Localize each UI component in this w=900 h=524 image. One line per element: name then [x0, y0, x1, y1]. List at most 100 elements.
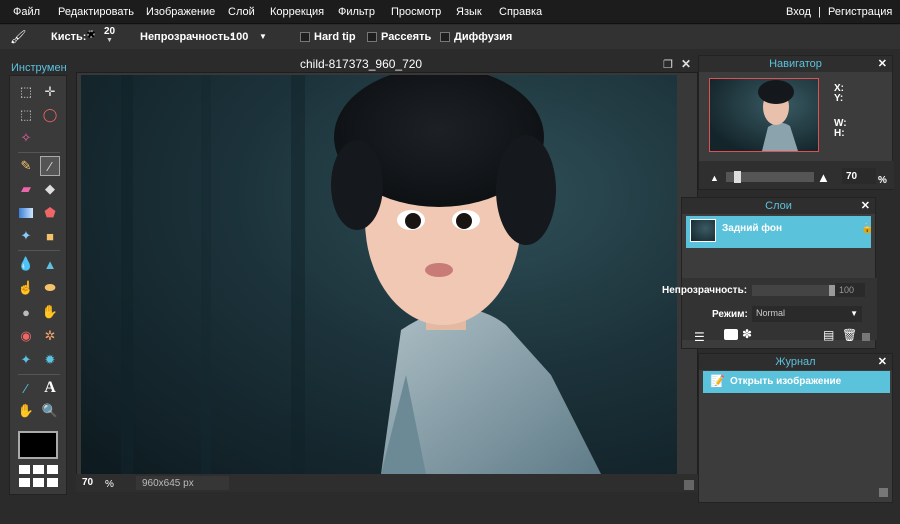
hardtip-checkbox[interactable]: [300, 32, 310, 42]
menu-file[interactable]: Файл: [13, 6, 40, 18]
navigator-slider-thumb[interactable]: [734, 171, 741, 183]
hardtip-label: Hard tip: [314, 31, 356, 43]
auth-separator: |: [818, 6, 821, 18]
close-layers-icon[interactable]: ✕: [861, 199, 870, 212]
lock-icon[interactable]: 🔒: [861, 223, 873, 234]
navigator-zoom-slider[interactable]: [726, 171, 814, 183]
layer-thumbnail: [690, 219, 716, 242]
navigator-thumbnail[interactable]: [709, 78, 819, 152]
opacity-value[interactable]: 100: [230, 31, 248, 43]
opacity-dropdown-icon[interactable]: ▼: [259, 32, 267, 41]
fill-icon[interactable]: ◆: [40, 179, 60, 199]
menu-edit[interactable]: Редактировать: [58, 6, 134, 18]
layers-title-text: Слои: [765, 200, 792, 212]
login-link[interactable]: Вход: [786, 6, 811, 18]
tools-panel-title: Инструменты: [11, 62, 66, 74]
lasso-icon[interactable]: ◯: [40, 105, 60, 125]
spot-heal-icon[interactable]: ✲: [40, 326, 60, 346]
menu-image[interactable]: Изображение: [146, 6, 215, 18]
layer-opacity-label: Непрозрачность:: [662, 285, 748, 296]
stamp-icon[interactable]: ⬟: [40, 203, 60, 223]
menu-view[interactable]: Просмотр: [391, 6, 441, 18]
menu-language[interactable]: Язык: [456, 6, 482, 18]
layout-switcher-icon[interactable]: [19, 465, 59, 489]
sharpen-icon[interactable]: ▲: [40, 254, 60, 274]
divider: [18, 374, 60, 375]
sponge-icon[interactable]: ⬬: [40, 278, 60, 298]
menu-help[interactable]: Справка: [499, 6, 542, 18]
history-document-icon: 📝: [710, 374, 725, 388]
layer-opacity-value[interactable]: 100: [839, 285, 854, 295]
gradient-icon[interactable]: [16, 203, 36, 223]
eyedropper-icon[interactable]: ∕: [16, 378, 36, 398]
close-document-icon[interactable]: ✕: [681, 57, 691, 71]
zoom-out-icon[interactable]: ▲: [710, 173, 719, 183]
new-layer-icon[interactable]: ▤: [823, 328, 834, 342]
layers-title: Слои ✕: [682, 198, 875, 214]
foreground-color-swatch[interactable]: [18, 431, 58, 459]
brush-tool-icon: 🖌: [10, 29, 27, 44]
blur-icon[interactable]: 💧: [16, 254, 36, 274]
chevron-down-icon[interactable]: ▼: [850, 309, 858, 318]
new-layer-fx-icon[interactable]: ✽: [742, 327, 752, 341]
marquee-icon[interactable]: ⬚: [16, 105, 36, 125]
canvas-image[interactable]: [81, 75, 677, 474]
move-icon[interactable]: ✛: [40, 82, 60, 102]
document-statusbar: 70 % 960x645 px: [76, 474, 698, 492]
shapes-icon[interactable]: ■: [40, 226, 60, 246]
photo-child: [121, 75, 601, 474]
chevron-down-icon[interactable]: ▼: [106, 37, 113, 44]
burn-icon[interactable]: ✋: [40, 302, 60, 322]
close-history-icon[interactable]: ✕: [878, 355, 887, 368]
layer-mask-icon[interactable]: [724, 329, 738, 340]
diffusion-checkbox[interactable]: [440, 32, 450, 42]
menu-filter[interactable]: Фильтр: [338, 6, 375, 18]
menu-bar: Файл Редактировать Изображение Слой Корр…: [0, 0, 900, 24]
bloat-icon[interactable]: ✦: [16, 350, 36, 370]
register-link[interactable]: Регистрация: [828, 6, 892, 18]
magic-wand-icon[interactable]: ✧: [16, 128, 36, 148]
resize-handle-icon[interactable]: [862, 333, 870, 341]
brush-preview-icon[interactable]: [87, 30, 95, 38]
layer-styles-icon[interactable]: ☰: [694, 330, 705, 344]
resize-handle-icon[interactable]: [684, 480, 694, 490]
smudge-icon[interactable]: ☝: [16, 278, 36, 298]
pinch-icon[interactable]: ✹: [40, 350, 60, 370]
history-item[interactable]: 📝 Открыть изображение: [703, 371, 890, 393]
hand-icon[interactable]: ✋: [16, 401, 36, 421]
close-navigator-icon[interactable]: ✕: [878, 57, 887, 70]
brush-size[interactable]: 20: [104, 26, 115, 37]
scatter-checkbox[interactable]: [367, 32, 377, 42]
brush-label: Кисть:: [51, 31, 87, 43]
resize-handle-icon[interactable]: [879, 488, 888, 497]
dodge-icon[interactable]: ●: [16, 302, 36, 322]
pencil-icon[interactable]: ✎: [16, 156, 36, 176]
text-icon[interactable]: A: [40, 378, 60, 398]
options-toolbar: 🖌 Кисть: 20 ▼ Непрозрачность: 100 ▼ Hard…: [0, 25, 900, 49]
color-replace-icon[interactable]: ✦: [16, 226, 36, 246]
zoom-value[interactable]: 70: [82, 477, 93, 488]
zoom-icon[interactable]: 🔍: [40, 401, 60, 421]
layer-name[interactable]: Задний фон: [722, 223, 782, 234]
document-title: child-817373_960_720: [300, 57, 423, 71]
navigator-title: Навигатор ✕: [699, 56, 892, 72]
navigator-zoom-value[interactable]: 70: [846, 171, 857, 182]
zoom-in-icon[interactable]: ▲: [817, 170, 830, 185]
menu-adjust[interactable]: Коррекция: [270, 6, 324, 18]
brush-icon[interactable]: ∕: [40, 156, 60, 176]
history-title: Журнал ✕: [699, 354, 892, 370]
delete-layer-icon[interactable]: 🗑: [842, 328, 857, 342]
eraser-icon[interactable]: ▰: [16, 179, 36, 199]
menu-layer[interactable]: Слой: [228, 6, 255, 18]
crop-icon[interactable]: ⬚: [16, 82, 36, 102]
restore-window-icon[interactable]: ❐: [663, 58, 673, 71]
redeye-icon[interactable]: ◉: [16, 326, 36, 346]
layer-row[interactable]: Задний фон 🔒: [686, 216, 873, 248]
navigator-panel: Навигатор ✕ X: Y: W: H: ▲ ▲ 70 %: [698, 55, 894, 190]
layer-opacity-slider[interactable]: [752, 285, 835, 296]
navigator-title-text: Навигатор: [769, 58, 822, 70]
diffusion-label: Диффузия: [454, 31, 513, 43]
mode-select[interactable]: Normal ▼: [752, 306, 862, 322]
y-coord-label: Y:: [834, 93, 844, 104]
tools-panel: ⬚ ✛ ⬚ ◯ ✧ ✎ ∕ ▰ ◆ ⬟ ✦ ■ 💧 ▲ ☝ ⬬ ● ✋ ◉ ✲ …: [9, 75, 67, 495]
